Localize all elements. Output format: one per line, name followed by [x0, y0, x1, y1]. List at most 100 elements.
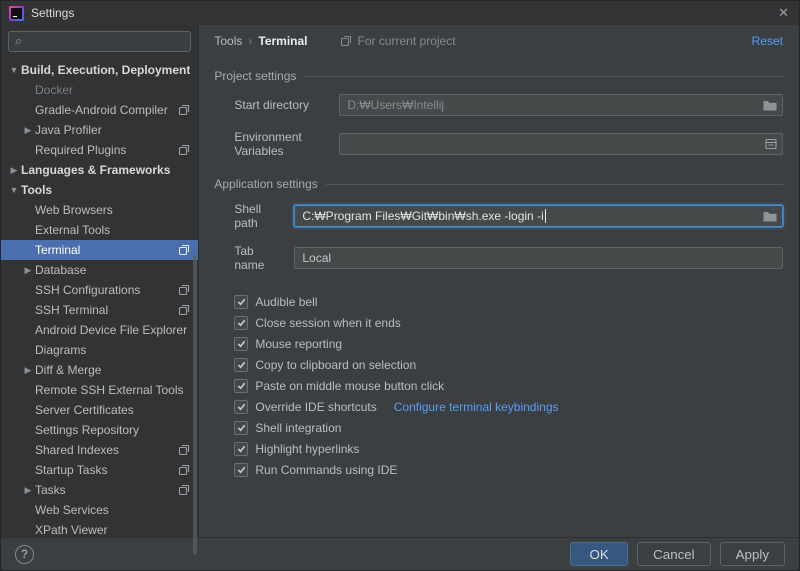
close-icon[interactable]: ✕ — [778, 5, 789, 21]
sidebar-item-label: SSH Terminal — [35, 303, 109, 317]
cancel-button[interactable]: Cancel — [637, 542, 711, 566]
checkbox-mouse-reporting[interactable] — [234, 336, 249, 351]
shared-settings-icon — [172, 304, 190, 316]
search-box[interactable]: ⌕ — [8, 31, 192, 52]
checkbox-label: Paste on middle mouse button click — [255, 378, 445, 393]
start-directory-input[interactable]: D:₩Users₩Intellij — [339, 94, 783, 116]
search-icon: ⌕ — [15, 33, 23, 48]
ok-button[interactable]: OK — [570, 542, 629, 566]
sidebar-item-label: Server Certificates — [35, 403, 134, 417]
breadcrumb-tools[interactable]: Tools — [214, 34, 242, 48]
apply-button[interactable]: Apply — [719, 542, 785, 566]
settings-search-input[interactable] — [27, 34, 185, 49]
breadcrumb-terminal[interactable]: Terminal — [258, 34, 307, 48]
sidebar-item-startup-tasks[interactable]: Startup Tasks — [1, 460, 198, 480]
checkbox-label: Close session when it ends — [255, 315, 401, 330]
sidebar-item-xpath-viewer[interactable]: XPath Viewer — [1, 520, 198, 537]
terminal-options-list: Audible bell Close session when it ends Mo… — [234, 291, 783, 480]
checkbox-close-session-when-it-ends[interactable] — [234, 315, 249, 330]
sidebar-item-tasks[interactable]: ▶ Tasks — [1, 480, 198, 500]
checkbox-row-shell-integration[interactable]: Shell integration — [234, 417, 783, 438]
start-directory-row: Start directory D:₩Users₩Intellij — [234, 94, 783, 116]
dialog-body: ⌕ ▼ Build, Execution, Deployment Docker Gra… — [1, 25, 799, 555]
checkbox-highlight-hyperlinks[interactable] — [234, 441, 249, 456]
sidebar-item-shared-indexes[interactable]: Shared Indexes — [1, 440, 198, 460]
sidebar-item-languages-frameworks[interactable]: ▶ Languages & Frameworks — [1, 160, 198, 180]
environment-variables-input[interactable] — [339, 133, 783, 155]
sidebar-item-label: Diagrams — [35, 343, 87, 357]
checkbox-row-audible-bell[interactable]: Audible bell — [234, 291, 783, 312]
chevron-right-icon[interactable]: ▶ — [21, 485, 35, 496]
checkbox-shell-integration[interactable] — [234, 420, 249, 435]
settings-sidebar: ⌕ ▼ Build, Execution, Deployment Docker Gra… — [1, 25, 200, 555]
shell-path-input[interactable]: C:₩Program Files₩Git₩bin₩sh.exe -login -… — [294, 205, 783, 227]
browse-folder-icon[interactable] — [757, 100, 777, 111]
application-settings-title: Application settings — [214, 177, 318, 191]
sidebar-item-ssh-configurations[interactable]: SSH Configurations — [1, 280, 198, 300]
sidebar-item-settings-repository[interactable]: Settings Repository — [1, 420, 198, 440]
tab-name-input[interactable]: Local — [294, 247, 783, 269]
sidebar-item-label: SSH Configurations — [35, 283, 141, 297]
sidebar-item-web-services[interactable]: Web Services — [1, 500, 198, 520]
chevron-down-icon[interactable]: ▼ — [7, 65, 21, 75]
chevron-right-icon[interactable]: ▶ — [21, 365, 35, 376]
start-directory-label: Start directory — [234, 98, 310, 112]
sidebar-item-diff-merge[interactable]: ▶ Diff & Merge — [1, 360, 198, 380]
env-variables-browse-icon[interactable] — [759, 138, 777, 150]
window-title: Settings — [31, 6, 75, 20]
sidebar-item-java-profiler[interactable]: ▶ Java Profiler — [1, 120, 198, 140]
checkbox-paste-on-middle-mouse-button-click[interactable] — [234, 378, 249, 393]
terminal-settings-panel: Tools › Terminal For current project Res… — [199, 25, 799, 537]
sidebar-item-ssh-terminal[interactable]: SSH Terminal — [1, 300, 198, 320]
checkbox-override-ide-shortcuts[interactable] — [234, 399, 249, 414]
sidebar-item-label: XPath Viewer — [35, 523, 108, 537]
checkbox-audible-bell[interactable] — [234, 294, 249, 309]
sidebar-item-remote-ssh-external-tools[interactable]: Remote SSH External Tools — [1, 380, 198, 400]
checkbox-row-paste-on-middle-mouse-button-click[interactable]: Paste on middle mouse button click — [234, 375, 783, 396]
sidebar-item-label: Database — [35, 263, 87, 277]
override-ide-shortcuts-link[interactable]: Configure terminal keybindings — [394, 400, 559, 414]
help-icon[interactable]: ? — [15, 544, 34, 564]
checkbox-row-close-session-when-it-ends[interactable]: Close session when it ends — [234, 312, 783, 333]
shared-settings-icon — [172, 104, 190, 116]
sidebar-item-terminal[interactable]: Terminal — [1, 240, 199, 260]
sidebar-item-build-execution-deployment[interactable]: ▼ Build, Execution, Deployment — [1, 60, 198, 80]
sidebar-item-diagrams[interactable]: Diagrams — [1, 340, 198, 360]
browse-folder-icon[interactable] — [757, 211, 777, 222]
sidebar-item-database[interactable]: ▶ Database — [1, 260, 198, 280]
project-settings-header: Project settings — [214, 65, 783, 87]
checkbox-row-mouse-reporting[interactable]: Mouse reporting — [234, 333, 783, 354]
sidebar-item-label: Web Browsers — [35, 203, 113, 217]
checkbox-row-copy-to-clipboard-on-selection[interactable]: Copy to clipboard on selection — [234, 354, 783, 375]
sidebar-item-label: Build, Execution, Deployment — [21, 63, 191, 77]
checkbox-label: Mouse reporting — [255, 336, 343, 351]
sidebar-item-required-plugins[interactable]: Required Plugins — [1, 140, 198, 160]
checkbox-run-commands-using-ide[interactable] — [234, 462, 249, 477]
checkbox-row-run-commands-using-ide[interactable]: Run Commands using IDE — [234, 459, 783, 480]
intellij-logo-icon — [9, 5, 24, 21]
chevron-right-icon[interactable]: ▶ — [21, 265, 35, 276]
settings-dialog: Settings ✕ ⌕ ▼ Build, Execution, Deployme… — [0, 0, 800, 571]
chevron-down-icon[interactable]: ▼ — [7, 185, 21, 195]
sidebar-item-docker[interactable]: Docker — [1, 80, 198, 100]
checkbox-row-override-ide-shortcuts[interactable]: Override IDE shortcuts Configure terminal… — [234, 396, 783, 417]
tab-name-label: Tab name — [234, 244, 265, 272]
sidebar-item-web-browsers[interactable]: Web Browsers — [1, 200, 198, 220]
chevron-right-icon[interactable]: ▶ — [21, 125, 35, 136]
chevron-right-icon[interactable]: ▶ — [7, 165, 21, 176]
sidebar-item-android-device-file-explorer[interactable]: Android Device File Explorer — [1, 320, 198, 340]
checkbox-label: Run Commands using IDE — [255, 462, 398, 477]
checkbox-label: Override IDE shortcuts — [255, 399, 377, 414]
sidebar-item-gradle-android-compiler[interactable]: Gradle-Android Compiler — [1, 100, 198, 120]
sidebar-scrollbar[interactable] — [193, 255, 198, 555]
sidebar-item-label: Diff & Merge — [35, 363, 102, 377]
checkbox-copy-to-clipboard-on-selection[interactable] — [234, 357, 249, 372]
sidebar-item-server-certificates[interactable]: Server Certificates — [1, 400, 198, 420]
environment-variables-row: Environment Variables — [234, 130, 783, 158]
sidebar-item-external-tools[interactable]: External Tools — [1, 220, 198, 240]
checkbox-row-highlight-hyperlinks[interactable]: Highlight hyperlinks — [234, 438, 783, 459]
breadcrumb-separator-icon: › — [248, 34, 253, 48]
reset-link[interactable]: Reset — [752, 34, 783, 48]
sidebar-item-tools[interactable]: ▼ Tools — [1, 180, 198, 200]
sidebar-item-label: Android Device File Explorer — [35, 323, 188, 337]
